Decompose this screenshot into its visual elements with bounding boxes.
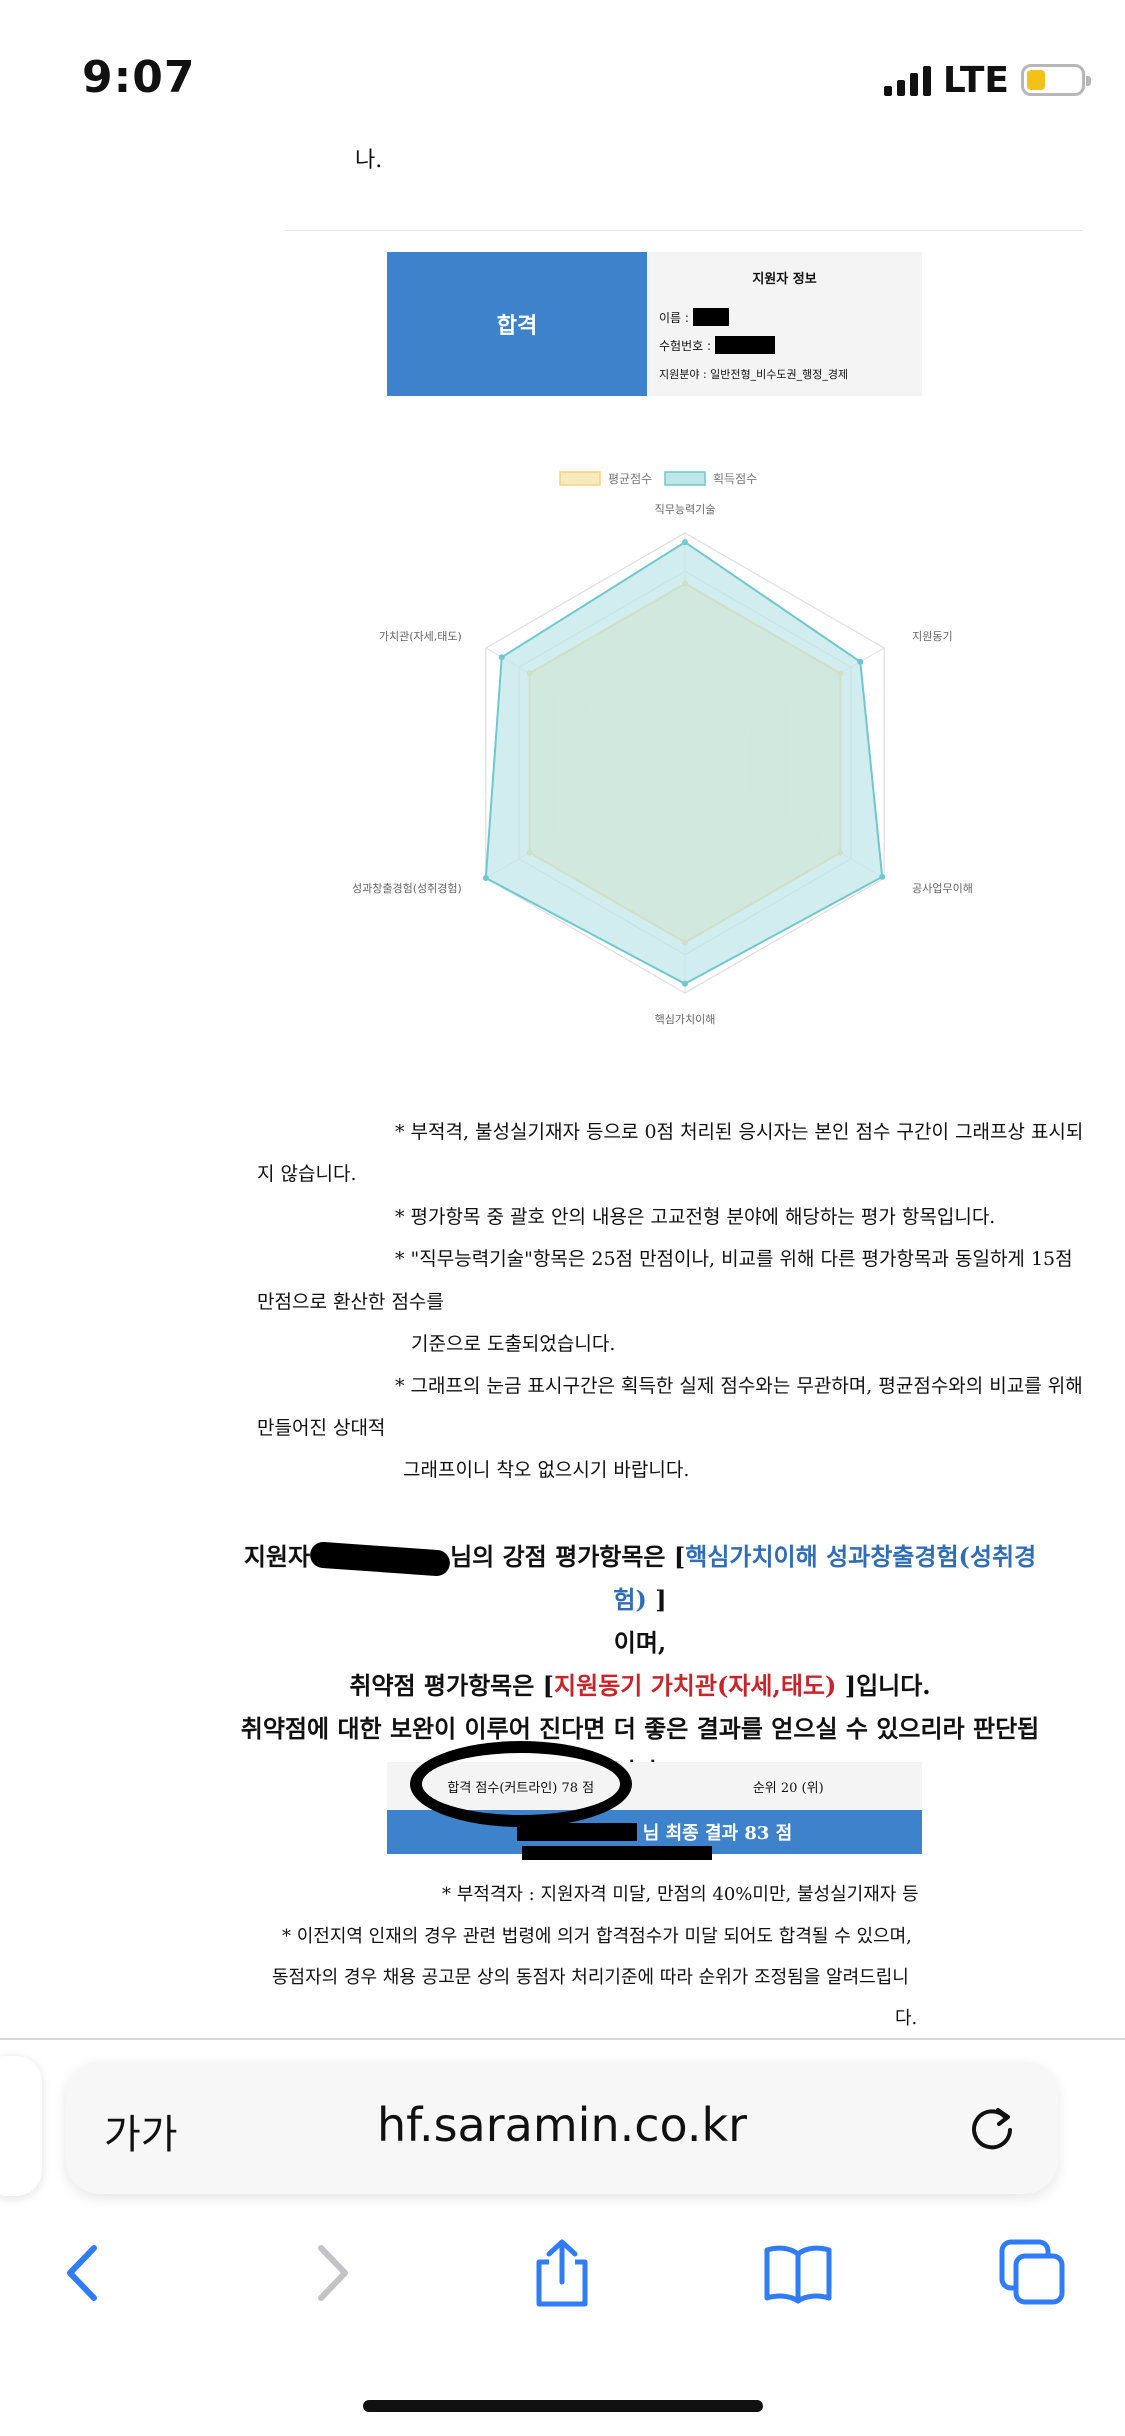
signal-icon — [883, 64, 931, 96]
forward-icon — [318, 2245, 348, 2301]
redacted-applicant-name — [309, 1540, 451, 1577]
previous-tab-preview[interactable] — [0, 2056, 42, 2196]
radar-data-point — [682, 980, 688, 987]
summary-line: 이며, — [613, 1628, 667, 1657]
radar-axis-label: 핵심가치이해 — [655, 1012, 716, 1026]
exam-number-label: 수험번호 : — [659, 338, 712, 353]
note-line: 만들어진 상대적 — [257, 1417, 386, 1439]
note-line: * 그래프의 눈금 표시구간은 획득한 실제 점수와는 무관하며, 평균점수와의… — [395, 1375, 1083, 1397]
footnote-line: 다. — [895, 2008, 918, 2029]
status-indicators: LTE — [883, 59, 1091, 101]
legend-label: 평균점수 — [608, 472, 652, 486]
document-top-text: 나. — [355, 148, 383, 173]
address-bar[interactable]: 가가 hf.saramin.co.kr — [66, 2062, 1058, 2194]
back-icon[interactable] — [50, 2238, 120, 2308]
note-line: * "직무능력기술"항목은 25점 만점이나, 비교를 위해 다른 평가항목과 … — [395, 1248, 1073, 1270]
radar-data-point — [482, 875, 489, 881]
reload-icon[interactable] — [962, 2098, 1022, 2158]
summary-bracket: ] — [646, 1585, 667, 1614]
summary-strength-intro: 님의 강점 평가항목은 [ — [450, 1542, 686, 1571]
radar-data-point — [682, 539, 688, 546]
share-icon[interactable] — [527, 2238, 597, 2308]
radar-data-point — [879, 873, 886, 880]
result-status: 합격 — [387, 252, 647, 396]
summary-weakness-intro: 취약점 평가항목은 [ — [349, 1671, 555, 1700]
footnote-line: 동점자의 경우 채용 공고문 상의 동점자 처리기준에 따라 순위가 조정됨을 … — [272, 1967, 909, 1988]
applicant-info-title: 지원자 정보 — [752, 272, 817, 287]
circle-annotation — [410, 1741, 632, 1827]
weakness-items: 지원동기 가치관(자세,태도) — [554, 1671, 837, 1700]
summary-prefix: 지원자 — [243, 1542, 311, 1571]
note-line: * 평가항목 중 괄호 안의 내용은 고교전형 분야에 해당하는 평가 항목입니… — [395, 1206, 996, 1228]
radar-series-area — [484, 541, 884, 985]
radar-axis-label: 직무능력기술 — [655, 503, 716, 516]
legend-swatch — [559, 471, 601, 486]
legend-label: 획득점수 — [713, 472, 757, 486]
summary-weakness-suffix: ]입니다. — [836, 1671, 931, 1700]
redacted-name — [692, 308, 729, 326]
rank: 순위 20 (위) — [752, 1780, 824, 1796]
divider — [285, 230, 1082, 231]
applicant-info: 지원자 정보 이름 : 수험번호 : 지원분야 : 일반전형_비수도권_행정_경… — [647, 252, 922, 396]
footnote-line: * 부적격자 : 지원자격 미달, 만점의 40%미만, 불성실기재자 등 — [442, 1884, 919, 1905]
redaction-mark — [522, 1846, 712, 1860]
home-indicator — [363, 2400, 763, 2412]
status-time: 9:07 — [82, 52, 196, 103]
note-line: 지 않습니다. — [257, 1163, 357, 1185]
battery-icon — [1021, 64, 1091, 96]
radar-data-point — [857, 658, 864, 665]
note-line: * 부적격, 불성실기재자 등으로 0점 처리된 응시자는 본인 점수 구간이 … — [395, 1121, 1084, 1143]
url-text[interactable]: hf.saramin.co.kr — [66, 2098, 1058, 2152]
radar-chart: 직무능력기술지원동기공사업무이해핵심가치이해 성과창출경험(성취경험) 가치관(자세… — [352, 471, 973, 1026]
network-type: LTE — [942, 59, 1009, 101]
final-result: 님 최종 결과 83 점 — [642, 1823, 793, 1844]
evaluation-summary: 지원자 님의 강점 평가항목은 [핵심가치이해 성과창출경험(성취경험) ] 이며… — [230, 1535, 1050, 1793]
name-label: 이름 : — [659, 310, 689, 325]
radar-axis-label: 지원동기 — [912, 630, 952, 643]
bookmarks-icon[interactable] — [763, 2238, 833, 2308]
applicant-field: 지원분야 : 일반전형_비수도권_행정_경제 — [659, 368, 849, 381]
result-box: 합격 지원자 정보 이름 : 수험번호 : 지원분야 : 일반전형_비수도권_행… — [387, 252, 922, 396]
note-line: 그래프이니 착오 없으시기 바랍니다. — [403, 1459, 690, 1481]
footnote-line: * 이전지역 인재의 경우 관련 법령에 의거 합격점수가 미달 되어도 합격될… — [282, 1926, 912, 1947]
browser-divider — [0, 2038, 1125, 2040]
radar-axis-label: 가치관(자세,태도) — [379, 630, 462, 643]
radar-axis-label: 성과창출경험(성취경험) — [352, 882, 462, 895]
radar-data-point — [498, 654, 505, 661]
note-line: 만점으로 환산한 점수를 — [257, 1291, 444, 1313]
tabs-icon[interactable] — [998, 2238, 1068, 2308]
redacted-exam-number — [715, 336, 776, 354]
legend-swatch — [664, 471, 706, 486]
radar-axis-label: 공사업무이해 — [912, 881, 973, 895]
note-line: 기준으로 도출되었습니다. — [411, 1333, 616, 1355]
